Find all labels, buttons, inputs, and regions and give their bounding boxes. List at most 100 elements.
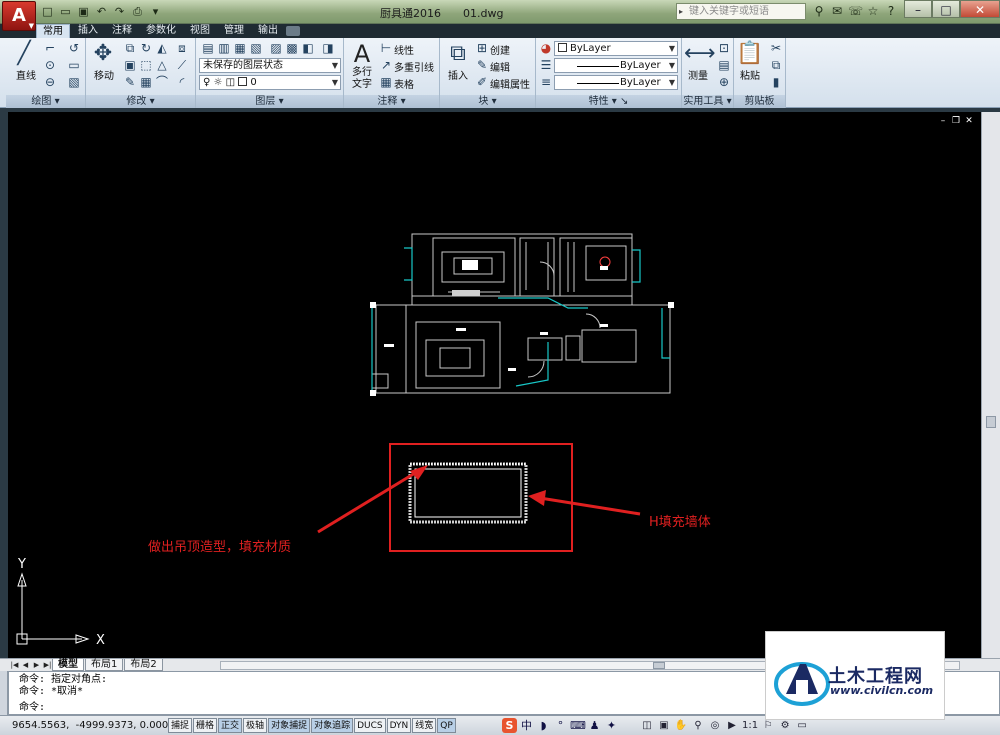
table-icon[interactable]: ▦ [378, 74, 394, 90]
layer-off-icon[interactable]: ▨ [268, 40, 284, 56]
edit-attributes-icon[interactable]: ✐ [474, 74, 490, 90]
viewport-close-icon[interactable]: ✕ [964, 116, 974, 126]
insert-block-label[interactable]: 插入 [448, 67, 468, 82]
linear-dimension-label[interactable]: 线性 [394, 42, 414, 57]
workspace-switch-icon[interactable]: ⚙ [778, 718, 792, 733]
stretch-icon[interactable]: ▣ [122, 57, 138, 73]
layer-isolate-icon[interactable]: ▦ [232, 40, 248, 56]
viewport-restore-icon[interactable]: ❐ [951, 116, 961, 126]
ime-dot-icon[interactable]: ° [553, 718, 568, 733]
redo-icon[interactable]: ↷ [112, 4, 127, 19]
prev-layout-icon[interactable]: ◀ [21, 660, 30, 670]
current-layer-dropdown[interactable]: ♀ ☼ ◫ 0 ▼ [199, 75, 341, 90]
plot-icon[interactable]: ⎙ [130, 4, 145, 19]
drawing-canvas[interactable]: 做出吊顶造型，填充材质 H填充墙体 Y X [8, 112, 981, 658]
utilities-panel-title[interactable]: 实用工具 ▾ [682, 95, 733, 108]
status-toggle[interactable]: QP [437, 718, 456, 733]
ribbon-tab[interactable]: 参数化 [140, 24, 182, 38]
search-dropdown-icon[interactable]: ▸ [679, 4, 683, 19]
binoculars-icon[interactable]: ⚲ [812, 3, 826, 19]
color-wheel-icon[interactable]: ◕ [538, 40, 554, 56]
linetype-icon[interactable]: ☰ [538, 57, 554, 73]
annotation-scale[interactable]: 1:1 [742, 718, 758, 733]
pan-icon[interactable]: ✋ [674, 718, 688, 733]
layer-freeze-icon[interactable]: ▩ [284, 40, 300, 56]
close-icon[interactable]: ✕ [960, 0, 1000, 18]
horizontal-scroll-thumb[interactable] [653, 662, 665, 669]
mirror-icon[interactable]: ◭ [154, 40, 170, 56]
clean-screen-icon[interactable]: ▭ [795, 718, 809, 733]
move-label[interactable]: 移动 [94, 67, 114, 82]
vertical-scroll-thumb[interactable] [986, 416, 996, 428]
rotate-icon[interactable]: ↻ [138, 40, 154, 56]
ribbon-tab[interactable]: 输出 [252, 24, 284, 38]
layer-properties-icon[interactable]: ▤ [200, 40, 216, 56]
edit-block-label[interactable]: 编辑 [490, 59, 510, 74]
copy-icon[interactable]: ⧉ [768, 57, 784, 73]
sogou-ime-icon[interactable]: S [502, 718, 517, 733]
insert-block-icon[interactable]: ⧉ [444, 40, 472, 68]
block-panel-title[interactable]: 块 ▾ [440, 95, 535, 108]
ime-tools-icon[interactable]: ✦ [604, 718, 619, 733]
open-file-icon[interactable]: ▭ [58, 4, 73, 19]
multileader-icon[interactable]: ↗ [378, 57, 394, 73]
first-layout-icon[interactable]: |◀ [10, 660, 19, 670]
layer-walk-icon[interactable]: ◨ [320, 40, 336, 56]
layout-tab[interactable]: 布局2 [124, 659, 163, 671]
ime-punct-icon[interactable]: ◗ [536, 718, 551, 733]
id-point-icon[interactable]: ⊕ [716, 74, 732, 90]
edit-attributes-label[interactable]: 编辑属性 [490, 76, 530, 91]
lineweight-dropdown[interactable]: ByLayer ▼ [554, 75, 678, 90]
status-toggle[interactable]: DUCS [354, 718, 386, 733]
status-toggle[interactable]: 对象追踪 [311, 718, 354, 733]
color-dropdown[interactable]: ByLayer ▼ [554, 41, 678, 56]
status-toggle[interactable]: DYN [386, 718, 412, 733]
ribbon-tab[interactable]: 常用 [36, 24, 70, 38]
measure-label[interactable]: 测量 [688, 67, 708, 82]
showmotion-icon[interactable]: ▶ [725, 718, 739, 733]
subscription-icon[interactable]: ✉ [830, 3, 844, 19]
layout-tab[interactable]: 模型 [52, 659, 84, 671]
fillet-icon[interactable]: ⌒ [154, 74, 170, 90]
explode-icon[interactable]: ◜ [174, 74, 190, 90]
vertical-scrollbar[interactable] [981, 112, 1000, 658]
layer-state-icon[interactable]: ▥ [216, 40, 232, 56]
draw-panel-title[interactable]: 绘图 ▾ [6, 95, 85, 108]
steering-wheel-icon[interactable]: ◎ [708, 718, 722, 733]
save-icon[interactable]: ▣ [76, 4, 91, 19]
copy-object-icon[interactable]: ⧉ [122, 40, 138, 56]
ribbon-minimize-toggle[interactable] [286, 26, 300, 36]
ime-keyboard-icon[interactable]: ⌨ [570, 718, 586, 733]
status-toggle[interactable]: 极轴 [243, 718, 268, 733]
annotation-visibility-icon[interactable]: ⚐ [761, 718, 775, 733]
ime-mode-label[interactable]: 中 [519, 718, 534, 733]
properties-panel-title[interactable]: 特性 ▾ ↘ [536, 95, 681, 108]
scale-icon[interactable]: ⬚ [138, 57, 154, 73]
lineweight-icon[interactable]: ≡ [538, 74, 554, 90]
calculator-icon[interactable]: ▤ [716, 57, 732, 73]
qat-dropdown-icon[interactable]: ▾ [148, 4, 163, 19]
last-layout-icon[interactable]: ▶| [43, 660, 52, 670]
ellipse-icon[interactable]: ⊖ [42, 74, 58, 90]
offset-icon[interactable]: ⧈ [174, 40, 190, 56]
ribbon-tab[interactable]: 视图 [184, 24, 216, 38]
trim-icon[interactable]: △ [154, 57, 170, 73]
move-icon[interactable]: ✥ [89, 40, 117, 68]
line-tool-icon[interactable]: ╱ [10, 40, 38, 68]
command-prompt[interactable]: 命令: [19, 701, 45, 714]
status-toggle[interactable]: 线宽 [412, 718, 437, 733]
line-tool-label[interactable]: 直线 [16, 67, 36, 82]
edit-block-icon[interactable]: ✎ [474, 57, 490, 73]
help-icon[interactable]: ? [884, 3, 898, 19]
polyline-icon[interactable]: ⌐ [42, 40, 58, 56]
maximize-icon[interactable]: □ [932, 0, 960, 18]
layer-state-dropdown[interactable]: 未保存的图层状态 ▼ [199, 58, 341, 73]
viewport-minimize-icon[interactable]: – [938, 116, 948, 126]
application-menu-button[interactable]: A ▼ [2, 1, 36, 31]
extend-icon[interactable]: ⟋ [174, 57, 190, 73]
layer-lock-icon[interactable]: ◧ [300, 40, 316, 56]
communication-icon[interactable]: ☏ [848, 3, 863, 19]
undo-icon[interactable]: ↶ [94, 4, 109, 19]
coordinate-readout[interactable]: 9654.5563, -4999.9373, 0.0000 [12, 719, 175, 733]
measure-icon[interactable]: ⟷ [684, 40, 716, 68]
